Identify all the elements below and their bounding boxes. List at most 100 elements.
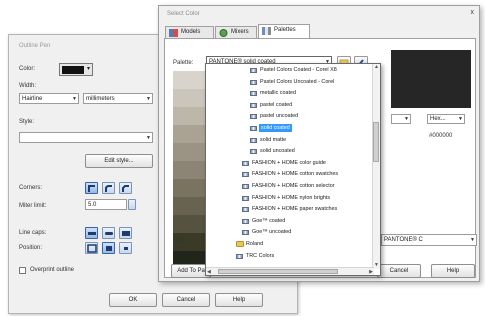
model-select[interactable]: ▼ xyxy=(391,114,411,124)
palette-icon xyxy=(250,91,257,97)
width-units-select[interactable]: millimeters ▼ xyxy=(83,93,153,104)
cancel-button[interactable]: Cancel xyxy=(377,264,421,278)
palette-list-item[interactable]: solid matte xyxy=(250,136,366,144)
palette-list-item[interactable]: Pastel Colors Uncoated - Corel xyxy=(250,78,366,86)
palette-icon xyxy=(236,253,243,259)
swatch[interactable] xyxy=(173,125,206,143)
butt-cap-icon xyxy=(88,232,96,235)
palette-list-item-label: Pastel Colors Uncoated - Corel xyxy=(260,78,335,85)
folder-icon xyxy=(236,241,244,247)
width-select[interactable]: Hairline ▼ xyxy=(19,93,79,104)
palette-icon xyxy=(242,160,249,166)
style-select[interactable]: ▼ xyxy=(19,132,153,143)
butt-cap-button[interactable] xyxy=(85,227,98,239)
overprint-checkbox[interactable] xyxy=(19,267,26,274)
tab-palettes[interactable]: Palettes xyxy=(258,24,310,39)
swatch[interactable] xyxy=(173,89,206,107)
palette-icon xyxy=(242,218,249,224)
palette-list-item-label: Goe™ coated xyxy=(252,217,286,224)
swatch[interactable] xyxy=(173,197,206,215)
palette-list-item[interactable]: Pastel Colors Coated - Corel X8 xyxy=(250,66,366,74)
swatch[interactable] xyxy=(173,143,206,161)
swatch[interactable] xyxy=(173,215,206,233)
overprint-label: Overprint outline xyxy=(30,267,75,273)
horizontal-scrollbar[interactable]: ◀ ▶ xyxy=(206,267,374,275)
palette-list-item-label: pastel coated xyxy=(260,101,293,108)
miter-limit-input[interactable]: 5.0 xyxy=(85,199,127,210)
hex-value: #000000 xyxy=(429,133,453,139)
palette-list-item[interactable]: metallic coated xyxy=(250,89,366,97)
chevron-down-icon: ▼ xyxy=(146,135,151,141)
swatch[interactable] xyxy=(173,161,206,179)
cancel-button[interactable]: Cancel xyxy=(162,293,210,307)
corners-label: Corners: xyxy=(19,185,43,191)
scroll-thumb[interactable] xyxy=(373,122,379,162)
round-cap-icon xyxy=(105,232,113,235)
miter-corner-icon xyxy=(88,185,95,192)
scroll-left-icon[interactable]: ◀ xyxy=(207,269,211,275)
round-corner-button[interactable] xyxy=(102,182,115,194)
edit-style-button[interactable]: Edit style... xyxy=(85,154,153,168)
palette-list-item[interactable]: pastel coated xyxy=(250,101,366,109)
chevron-down-icon: ▼ xyxy=(146,96,151,102)
tab-label: Models xyxy=(181,29,201,35)
palette-icon xyxy=(242,184,249,189)
palette-list-item[interactable]: solid coated xyxy=(250,124,366,133)
miter-value: 5.0 xyxy=(88,202,97,208)
palette-list-item-label: FASHION + HOME paper swatches xyxy=(252,206,338,213)
palette-list-item[interactable]: FASHION + HOME paper swatches xyxy=(242,205,366,213)
miter-corner-button[interactable] xyxy=(85,182,98,194)
swatch[interactable] xyxy=(173,179,206,197)
palette-list-item[interactable]: pastel uncoated xyxy=(250,112,366,120)
swatch[interactable] xyxy=(173,71,206,89)
palette-list-item[interactable]: FASHION + HOME color guide xyxy=(242,159,366,167)
color-name-select[interactable]: PANTONE® C ▼ xyxy=(381,234,477,246)
palette-icon xyxy=(250,102,257,108)
palette-list-item[interactable]: Goe™ coated xyxy=(242,217,366,225)
line-caps-label: Line caps: xyxy=(19,230,47,236)
palette-list-item-label: FASHION + HOME cotton swatches xyxy=(252,171,339,178)
color-picker-button[interactable]: ▾ xyxy=(59,63,93,76)
vertical-scrollbar[interactable]: ▲ ▼ xyxy=(372,64,380,269)
palette-list-item[interactable]: TRC Colors xyxy=(236,252,366,260)
position-label: Position: xyxy=(19,245,43,251)
chevron-down-icon: ▼ xyxy=(404,116,409,122)
ok-button[interactable]: OK xyxy=(109,293,157,307)
round-cap-button[interactable] xyxy=(102,227,115,239)
hex-menu-select[interactable]: Hex... ▼ xyxy=(427,114,465,124)
width-value: Hairline xyxy=(22,96,43,102)
outside-position-button[interactable] xyxy=(85,242,98,254)
scroll-down-icon[interactable]: ▼ xyxy=(374,262,379,268)
chevron-down-icon: ▾ xyxy=(86,66,90,72)
palette-list-item[interactable]: Goe™ uncoated xyxy=(242,228,366,236)
help-button[interactable]: Help xyxy=(431,264,475,278)
color-swatch xyxy=(62,66,84,74)
palette-list-item[interactable]: Roland xyxy=(236,240,366,248)
palette-list-item-label: solid uncoated xyxy=(260,148,295,155)
miter-spinner[interactable] xyxy=(128,199,136,210)
round-corner-icon xyxy=(105,185,112,192)
scroll-up-icon[interactable]: ▲ xyxy=(374,64,379,70)
palettes-icon xyxy=(262,27,271,35)
color-name-value: PANTONE® C xyxy=(384,237,423,243)
bevel-corner-button[interactable] xyxy=(119,182,132,194)
palette-list-item[interactable]: FASHION + HOME nylon brights xyxy=(242,194,366,202)
palette-list-item-label: Roland xyxy=(246,241,264,247)
palette-list-item[interactable]: FASHION + HOME cotton swatches xyxy=(242,170,366,178)
scroll-right-icon[interactable]: ▶ xyxy=(369,269,373,275)
tint-label: Tint: xyxy=(173,238,185,244)
swatch[interactable] xyxy=(173,107,206,125)
inside-position-button[interactable] xyxy=(119,242,132,254)
palette-list-item[interactable]: FASHION + HOME cotton selector xyxy=(242,182,366,190)
center-position-button[interactable] xyxy=(102,242,115,254)
close-icon[interactable]: x xyxy=(471,9,475,16)
scroll-thumb[interactable] xyxy=(218,269,338,274)
help-button[interactable]: Help xyxy=(215,293,263,307)
palette-list-item[interactable]: solid uncoated xyxy=(250,147,366,155)
square-cap-button[interactable] xyxy=(119,227,132,239)
palette-icon xyxy=(242,195,249,201)
palette-icon xyxy=(250,68,257,73)
palette-list-item-label: solid coated xyxy=(259,124,292,133)
palette-icon xyxy=(250,137,257,143)
palette-dropdown-list[interactable]: Pastel Colors Coated - Corel X8 Pastel Co… xyxy=(205,63,381,276)
